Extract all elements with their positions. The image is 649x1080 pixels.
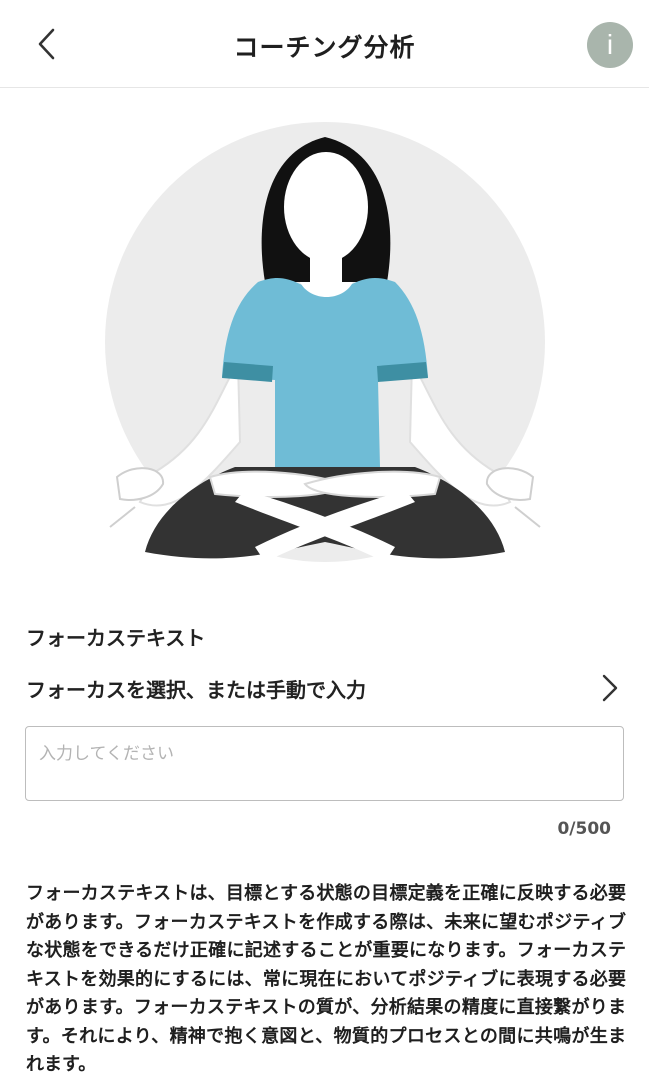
face — [284, 152, 368, 262]
info-icon: i — [606, 29, 614, 60]
meditation-illustration — [105, 122, 545, 562]
focus-description-text: フォーカステキストは、目標とする状態の目標定義を正確に反映する必要があります。フ… — [26, 883, 626, 1075]
character-counter: 0/500 — [557, 819, 611, 839]
info-button[interactable]: i — [587, 22, 633, 68]
neck — [310, 254, 342, 282]
app-header: コーチング分析 i — [0, 0, 649, 88]
focus-section-label: フォーカステキスト — [26, 626, 206, 650]
page-title: コーチング分析 — [233, 33, 416, 62]
focus-select-row[interactable]: フォーカスを選択、または手動で入力 — [26, 666, 622, 710]
focus-text-input[interactable] — [25, 726, 624, 801]
focus-select-label: フォーカスを選択、または手動で入力 — [26, 677, 366, 702]
chevron-right-icon — [598, 673, 622, 703]
